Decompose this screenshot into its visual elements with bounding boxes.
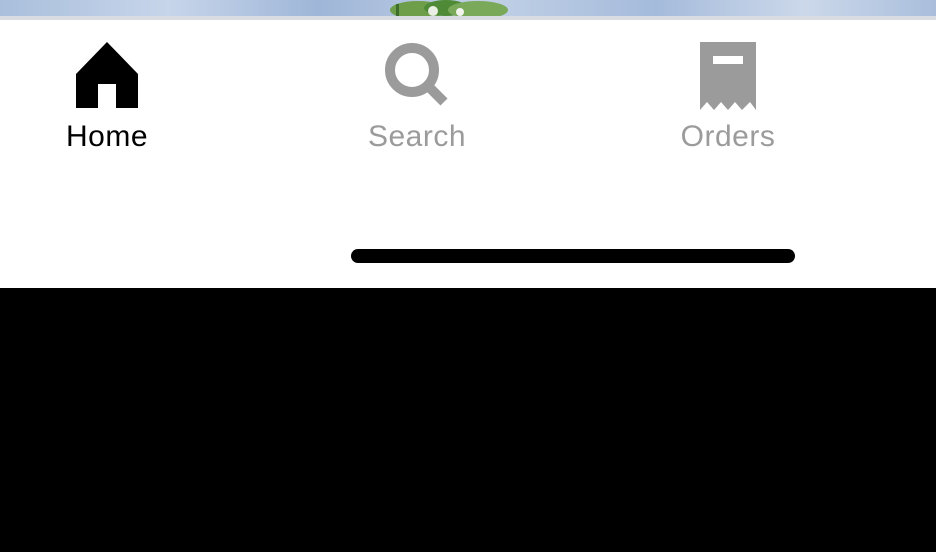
receipt-icon: [700, 42, 756, 110]
black-area: [0, 288, 936, 552]
bottom-tab-bar: Home Search Orders: [0, 20, 936, 288]
tab-orders[interactable]: Orders: [638, 20, 818, 170]
tab-home[interactable]: Home: [17, 20, 197, 170]
plant-image-fragment: [390, 0, 508, 16]
search-icon: [385, 43, 448, 106]
home-indicator[interactable]: [351, 249, 795, 263]
tab-label-home: Home: [65, 120, 149, 153]
tab-label-search: Search: [367, 120, 467, 153]
tab-label-orders: Orders: [680, 120, 776, 153]
content-image: [0, 0, 936, 16]
tab-search[interactable]: Search: [327, 20, 507, 170]
app-screen: Home Search Orders: [0, 0, 936, 552]
home-icon: [76, 42, 138, 108]
